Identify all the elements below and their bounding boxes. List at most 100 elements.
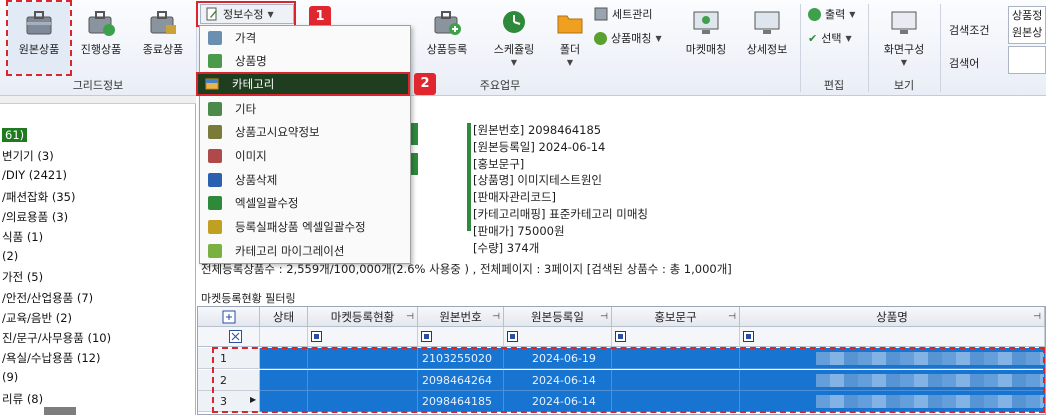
column-header-label: 원본번호 — [439, 310, 482, 324]
dropdown-item-failed-excel[interactable]: 등록실패상품 엑셀일괄수정 — [201, 217, 409, 238]
dropdown-item-category-overlay[interactable]: 카테고리 — [198, 74, 408, 94]
info-line: [수량] 374개 — [473, 240, 540, 255]
column-header[interactable]: 상태 — [260, 307, 308, 327]
tree-item[interactable]: /안전/산업용품 (7) — [2, 290, 93, 306]
set-manage-button[interactable]: 세트관리 — [594, 6, 652, 22]
filter-checkbox[interactable] — [615, 331, 626, 342]
tree-scrollbar-top[interactable] — [0, 96, 196, 104]
column-filter[interactable] — [418, 327, 504, 347]
product-match-label: 상품매칭 — [611, 32, 652, 45]
filter-clear-icon — [229, 330, 242, 343]
tree-item[interactable]: 가전 (5) — [2, 269, 43, 285]
tree-item[interactable]: /욕실/수납용품 (12) — [2, 350, 101, 366]
info-line: [판매가] 75000원 — [473, 223, 565, 238]
briefcase-refresh-icon — [88, 11, 115, 36]
dropdown-item-label: 등록실패상품 엑셀일괄수정 — [235, 220, 366, 235]
tree-item[interactable]: 변기기 (3) — [2, 148, 54, 164]
column-header[interactable]: 마켓등록현황 ⊣ — [308, 307, 418, 327]
tree-item[interactable]: 리류 (8) — [2, 391, 43, 407]
filter-checkbox[interactable] — [507, 331, 518, 342]
grid-corner[interactable] — [198, 307, 260, 327]
active-products-button[interactable]: 진행상품 — [74, 2, 128, 74]
column-header-label: 원본등록일 — [531, 310, 584, 324]
category-tree[interactable]: 61) 변기기 (3) /DIY (2421) /패션잡화 (35) /의료용품 (3)… — [0, 96, 196, 415]
tree-item[interactable]: 61) — [2, 128, 28, 142]
price-icon — [208, 30, 222, 45]
dropdown-item-excel[interactable]: 엑셀일괄수정 — [201, 193, 409, 214]
screen-layout-button[interactable]: 화면구성 ▼ — [872, 2, 936, 74]
delete-product-icon — [208, 172, 222, 187]
column-header[interactable]: 홍보문구 ⊣ — [612, 307, 740, 327]
select-button[interactable]: ✔ 선택 ▼ — [808, 30, 852, 46]
folder-button[interactable]: 폴더 ▼ — [550, 2, 590, 74]
column-header-label: 상태 — [272, 310, 295, 324]
register-product-button[interactable]: 상품등록 — [418, 2, 476, 74]
search-word-input[interactable] — [1008, 46, 1046, 74]
schedule-icon — [503, 11, 525, 33]
column-filter[interactable] — [504, 327, 612, 347]
set-manage-label: 세트관리 — [612, 8, 653, 21]
briefcase-add-icon — [434, 11, 461, 35]
filter-checkbox[interactable] — [421, 331, 432, 342]
original-products-highlight — [6, 0, 72, 76]
selected-rows-highlight — [212, 347, 1045, 413]
dropdown-item-delete-product[interactable]: 상품삭제 — [201, 169, 409, 190]
ribbon-separator — [940, 4, 941, 92]
image-icon — [208, 149, 222, 163]
search-condition-select[interactable]: 상품정 원본상 — [1008, 6, 1046, 44]
print-button[interactable]: 출력 ▼ — [808, 6, 855, 22]
tree-item[interactable]: (9) — [2, 370, 18, 384]
column-filter[interactable] — [308, 327, 418, 347]
scheduling-button[interactable]: 스케쥴링 ▼ — [484, 2, 544, 74]
tree-item[interactable]: 진/문구/사무용품 (10) — [2, 330, 111, 346]
info-line: [원본번호] 2098464185 — [473, 123, 602, 137]
pin-icon[interactable]: ⊣ — [600, 307, 608, 327]
product-match-button[interactable]: 상품매칭 ▼ — [594, 30, 662, 46]
category-icon — [205, 78, 219, 90]
dropdown-item-product-name[interactable]: 상품명 — [201, 51, 409, 72]
pin-icon[interactable]: ⊣ — [492, 307, 500, 327]
market-match-button[interactable]: 마켓매칭 — [676, 2, 736, 74]
column-filter[interactable] — [260, 327, 308, 347]
ended-products-button[interactable]: 종료상품 — [134, 2, 192, 74]
column-header[interactable]: 상품명 ⊣ — [740, 307, 1045, 327]
set-manage-icon — [594, 7, 608, 21]
tree-item[interactable]: (2) — [2, 249, 18, 263]
pin-icon[interactable]: ⊣ — [406, 307, 414, 327]
pin-icon[interactable]: ⊣ — [728, 307, 736, 327]
dropdown-item-migration[interactable]: 카테고리 마이그레이션 — [201, 240, 409, 261]
group-label-grid-info: 그리드정보 — [72, 79, 124, 92]
filter-title: 마켓등록현황 필터링 — [201, 292, 296, 305]
dropdown-item-etc[interactable]: 기타 — [201, 98, 409, 119]
column-filter[interactable] — [612, 327, 740, 347]
step-badge-2: 2 — [414, 73, 436, 95]
tree-scrollbar-thumb[interactable] — [44, 407, 76, 415]
select-label: 선택 — [821, 32, 842, 45]
briefcase-lock-icon — [150, 11, 176, 34]
column-header[interactable]: 원본번호 ⊣ — [418, 307, 504, 327]
info-line: [홍보문구] — [473, 156, 525, 171]
app-window: 원본상품 진행상품 종료상품 그리드정보 정보수정 ▼ 1 상품등록 스케쥴링 … — [0, 0, 1046, 415]
dropdown-item-label: 기타 — [235, 101, 257, 116]
detail-info-icon — [754, 11, 780, 34]
column-filter[interactable] — [740, 327, 1045, 347]
filter-checkbox[interactable] — [743, 331, 754, 342]
column-header-label: 마켓등록현황 — [330, 310, 395, 324]
tree-item[interactable]: /패션잡화 (35) — [2, 189, 75, 205]
tree-item[interactable]: /의료용품 (3) — [2, 209, 68, 225]
folder-label: 폴더 — [559, 43, 581, 56]
market-match-label: 마켓매칭 — [685, 43, 727, 56]
tree-item[interactable]: /교육/음반 (2) — [2, 310, 72, 326]
column-header[interactable]: 원본등록일 ⊣ — [504, 307, 612, 327]
filter-corner[interactable] — [198, 327, 260, 347]
tree-item[interactable]: /DIY (2421) — [2, 168, 67, 182]
pin-icon[interactable]: ⊣ — [1033, 307, 1041, 327]
dropdown-item-price[interactable]: 가격 — [201, 27, 409, 48]
dropdown-item-notice-info[interactable]: 상품고시요약정보 — [201, 122, 409, 143]
product-grid[interactable]: 상태 마켓등록현황 ⊣ 원본번호 ⊣ 원본등록일 ⊣ 홍보문구 ⊣ 상품명 ⊣ 1 210325502… — [197, 306, 1046, 415]
tree-item[interactable]: 식품 (1) — [2, 229, 43, 245]
dropdown-item-image[interactable]: 이미지 — [201, 146, 409, 167]
chevron-down-icon: ▼ — [900, 58, 908, 67]
filter-checkbox[interactable] — [311, 331, 322, 342]
detail-info-button[interactable]: 상세정보 — [738, 2, 796, 74]
